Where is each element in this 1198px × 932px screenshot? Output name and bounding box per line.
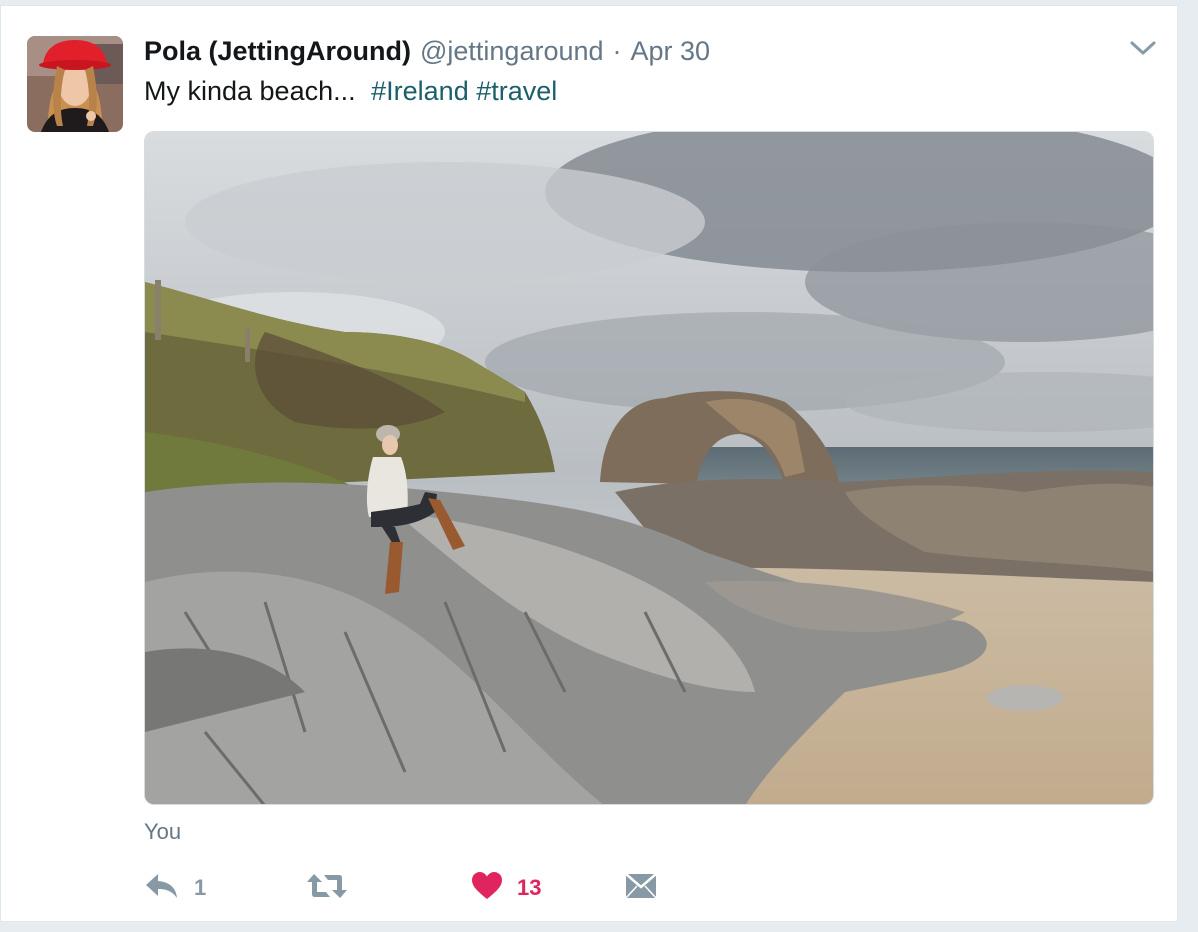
tweet-photo[interactable] [144,131,1154,805]
tweet-actions: 1 13 [144,868,684,908]
hashtag-ireland[interactable]: #Ireland [371,76,469,106]
envelope-icon [625,872,657,905]
avatar[interactable] [27,36,123,132]
chevron-down-icon[interactable] [1129,36,1157,58]
tweet-body: My kinda beach... [144,76,356,106]
tweet-timestamp[interactable]: Apr 30 [631,34,711,68]
tweet-text: My kinda beach... #Ireland #travel [144,74,557,108]
like-button[interactable]: 13 [471,868,541,908]
retweet-icon [306,872,348,905]
tweet-card[interactable]: Pola (JettingAround) @jettingaround · Ap… [0,5,1178,922]
beach-photo [145,132,1153,804]
hashtag-travel[interactable]: #travel [476,76,557,106]
reply-icon [144,871,180,906]
direct-message-button[interactable] [625,868,657,908]
header-separator: · [612,36,622,66]
user-handle[interactable]: @jettingaround [420,34,604,68]
retweet-button[interactable] [306,868,362,908]
avatar-image [27,36,123,132]
tweet-header: Pola (JettingAround) @jettingaround · Ap… [144,34,710,68]
reply-button[interactable]: 1 [144,868,206,908]
media-tagged-user[interactable]: You [144,818,181,846]
heart-icon [471,871,503,906]
user-fullname[interactable]: Pola (JettingAround) [144,34,411,68]
like-count: 13 [517,875,542,900]
reply-count: 1 [194,875,207,900]
